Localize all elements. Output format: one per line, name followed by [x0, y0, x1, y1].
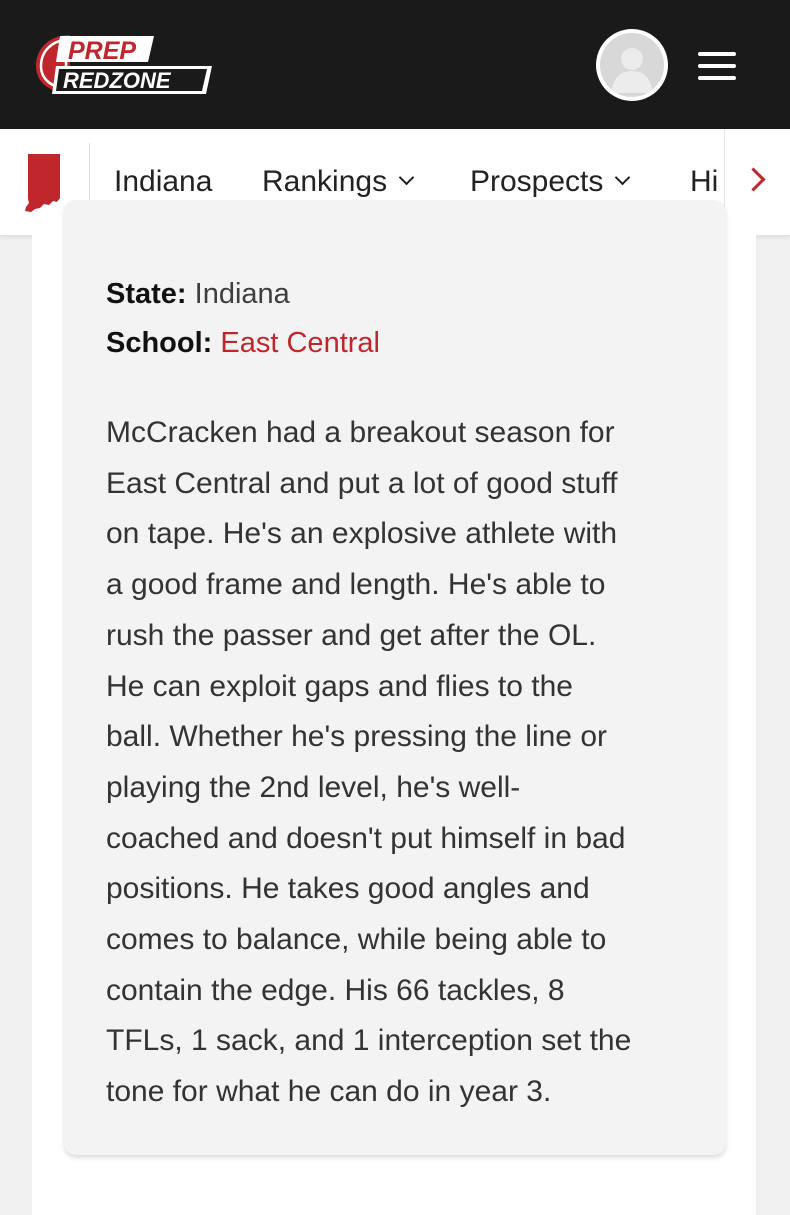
- state-row: State: Indiana: [106, 274, 290, 314]
- bio-line: contain the edge. His 66 tackles, 8: [106, 973, 565, 1007]
- nav-item-rankings[interactable]: Rankings: [262, 162, 415, 202]
- bio-line: rush the passer and get after the OL.: [106, 618, 597, 652]
- bio-line: on tape. He's an explosive athlete with: [106, 517, 618, 551]
- chevron-down-icon: [398, 169, 415, 186]
- state-value: Indiana: [194, 278, 290, 310]
- logo-text-prep: PREP: [68, 37, 136, 65]
- bio-line: playing the 2nd level, he's well-: [106, 770, 521, 804]
- indiana-state-icon[interactable]: [18, 151, 66, 213]
- logo-text-redzone: REDZONE: [63, 68, 172, 93]
- nav-item-label: Rankings: [262, 165, 388, 198]
- site-header: PREP REDZONE: [0, 0, 790, 129]
- bio-line: comes to balance, while being able to: [106, 923, 607, 957]
- hamburger-bar: [698, 52, 736, 56]
- bio-line: positions. He takes good angles and: [106, 872, 590, 906]
- hamburger-bar: [698, 64, 736, 68]
- school-link[interactable]: East Central: [220, 327, 380, 359]
- bio-line: tone for what he can do in year 3.: [106, 1075, 552, 1109]
- player-evaluation-text: McCracken had a breakout season for East…: [106, 408, 706, 1118]
- user-avatar-icon: [600, 33, 664, 97]
- school-row: School: East Central: [106, 323, 380, 363]
- nav-item-truncated[interactable]: Hi: [690, 162, 718, 202]
- nav-item-label: Prospects: [470, 165, 604, 198]
- prep-redzone-logo[interactable]: PREP REDZONE: [30, 32, 212, 96]
- bio-line: a good frame and length. He's able to: [106, 568, 606, 602]
- bio-line: TFLs, 1 sack, and 1 interception set the: [106, 1024, 632, 1058]
- hamburger-bar: [698, 76, 736, 80]
- nav-item-prospects[interactable]: Prospects: [470, 162, 631, 202]
- nav-item-label: Hi: [690, 165, 719, 198]
- state-label: State:: [106, 278, 187, 310]
- bio-line: East Central and put a lot of good stuff: [106, 466, 618, 500]
- chevron-right-icon: [741, 167, 766, 192]
- bio-line: coached and doesn't put himself in bad: [106, 821, 626, 855]
- school-label: School:: [106, 327, 213, 359]
- nav-item-label: Indiana: [114, 165, 213, 198]
- user-avatar-button[interactable]: [596, 29, 668, 101]
- bio-line: ball. Whether he's pressing the line or: [106, 720, 607, 754]
- hamburger-menu-icon[interactable]: [694, 50, 740, 82]
- nav-scroll-right-button[interactable]: [724, 129, 790, 235]
- nav-item-indiana[interactable]: Indiana: [114, 162, 212, 202]
- bio-line: He can exploit gaps and flies to the: [106, 669, 573, 703]
- chevron-down-icon: [615, 169, 631, 186]
- bio-line: McCracken had a breakout season for: [106, 416, 615, 449]
